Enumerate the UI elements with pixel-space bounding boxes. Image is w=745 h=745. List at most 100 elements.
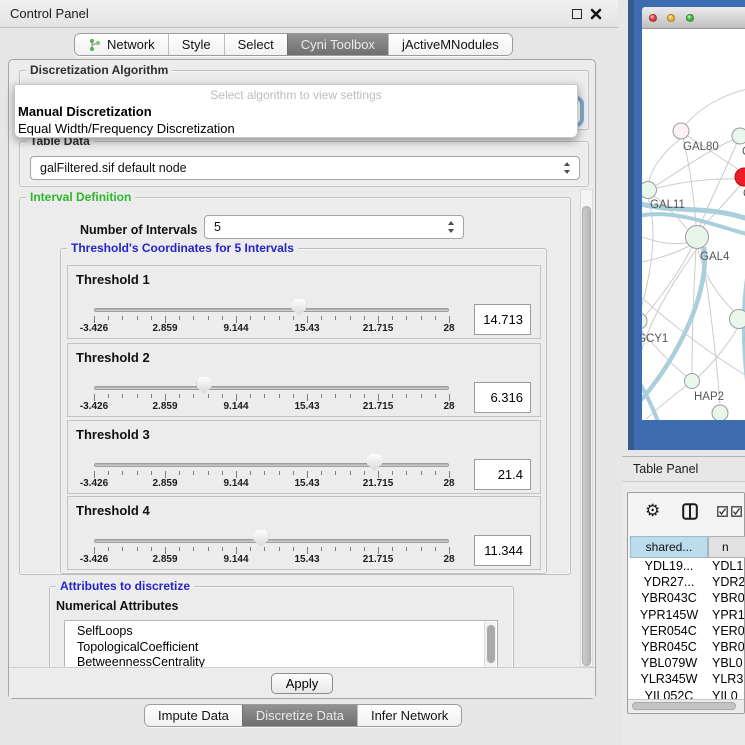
- tab-discretize-data[interactable]: Discretize Data: [242, 705, 357, 726]
- slider-major-tick: [94, 471, 95, 478]
- threshold-label: Threshold 4: [76, 503, 150, 518]
- slider-track[interactable]: [94, 463, 449, 467]
- table-row[interactable]: YBR043CYBR0: [628, 590, 744, 606]
- slider-track[interactable]: [94, 308, 449, 312]
- slider-minor-tick: [364, 471, 365, 475]
- network-node-gcy1[interactable]: [642, 313, 647, 329]
- network-view-window: GAL80GACGAL11GAL4GCY1HHAP2: [628, 0, 745, 450]
- attributes-list-scrollbar[interactable]: [484, 622, 496, 667]
- threshold-value-field[interactable]: 14.713: [474, 304, 531, 335]
- network-node-h[interactable]: [730, 310, 745, 329]
- tab-label: Cyni Toolbox: [301, 37, 375, 52]
- slider-thumb[interactable]: [291, 299, 306, 316]
- slider-major-tick: [165, 547, 166, 554]
- apply-row: Apply: [9, 667, 595, 698]
- slider-minor-tick: [279, 547, 280, 551]
- table-row[interactable]: YDR27...YDR2: [628, 574, 744, 590]
- slider-minor-tick: [108, 471, 109, 475]
- network-node-gal11[interactable]: [642, 182, 657, 199]
- network-node-c[interactable]: [735, 168, 745, 186]
- zoom-traffic-light-icon[interactable]: [686, 14, 694, 22]
- slider-thumb[interactable]: [197, 377, 212, 394]
- slider-minor-tick: [179, 471, 180, 475]
- slider-minor-tick: [435, 471, 436, 475]
- slider-minor-tick: [108, 394, 109, 398]
- slider-tick-label: 15.43: [285, 323, 329, 334]
- threshold-value-field[interactable]: 21.4: [474, 459, 531, 490]
- apply-button[interactable]: Apply: [271, 673, 333, 694]
- slider-minor-tick: [193, 394, 194, 398]
- slider-track[interactable]: [94, 539, 449, 543]
- cell-shared-name: YLR345W: [630, 671, 708, 687]
- table-row[interactable]: YPR145WYPR1: [628, 607, 744, 623]
- settings-vertical-scrollbar[interactable]: [580, 189, 593, 667]
- numerical-attributes-list[interactable]: SelfLoopsTopologicalCoefficientBetweenne…: [64, 620, 498, 667]
- control-panel-title: Control Panel: [10, 0, 89, 27]
- slider-minor-tick: [293, 394, 294, 398]
- tab-cyni-toolbox[interactable]: Cyni Toolbox: [287, 34, 388, 55]
- slider-major-tick: [236, 394, 237, 401]
- close-traffic-light-icon[interactable]: [649, 14, 657, 22]
- slider-minor-tick: [406, 547, 407, 551]
- slider-tick-label: 28: [427, 401, 471, 412]
- threshold-value-field[interactable]: 11.344: [474, 535, 531, 566]
- number-of-intervals-combobox[interactable]: 5: [204, 215, 464, 239]
- table-row[interactable]: YIL052CYIL0: [628, 688, 744, 700]
- table-row[interactable]: YBR045CYBR0: [628, 639, 744, 655]
- network-node-ga[interactable]: [732, 128, 745, 144]
- attribute-list-item[interactable]: SelfLoops: [65, 621, 497, 640]
- tab-select[interactable]: Select: [224, 34, 287, 55]
- checkbox-icon[interactable]: [731, 506, 742, 517]
- network-edges: [642, 88, 745, 420]
- attribute-list-item[interactable]: TopologicalCoefficient: [65, 640, 497, 656]
- table-row[interactable]: YDL19...YDL1: [628, 558, 744, 574]
- close-icon[interactable]: [590, 8, 602, 20]
- slider-tick-label: 21.715: [356, 554, 400, 565]
- network-node-gal80[interactable]: [673, 123, 689, 139]
- tab-jactivemnodules[interactable]: jActiveMNodules: [388, 34, 512, 55]
- slider-minor-tick: [179, 394, 180, 398]
- tab-network[interactable]: Network: [75, 34, 168, 55]
- threshold-label: Threshold 1: [76, 272, 150, 287]
- tab-label: Select: [238, 37, 274, 52]
- slider-thumb[interactable]: [253, 530, 268, 547]
- table-row[interactable]: YBL079WYBL0: [628, 655, 744, 671]
- column-header-shared-name[interactable]: shared...: [630, 536, 708, 558]
- cell-name: YDL1: [712, 558, 744, 574]
- slider-track[interactable]: [94, 386, 449, 390]
- slider-tick-label: 9.144: [214, 554, 258, 565]
- table-row[interactable]: YLR345WYLR3: [628, 671, 744, 687]
- slider-minor-tick: [122, 394, 123, 398]
- slider-minor-tick: [364, 547, 365, 551]
- slider-tick-label: -3.426: [72, 323, 116, 334]
- table-horizontal-scrollbar[interactable]: [628, 699, 744, 712]
- slider-minor-tick: [335, 547, 336, 551]
- split-columns-icon[interactable]: [682, 503, 698, 520]
- cell-shared-name: YBR045C: [630, 639, 708, 655]
- algorithm-option[interactable]: Equal Width/Frequency Discretization: [15, 120, 577, 137]
- gear-icon[interactable]: ⚙: [645, 501, 660, 521]
- slider-thumb[interactable]: [367, 454, 382, 471]
- table-data-combobox[interactable]: galFiltered.sif default node: [30, 156, 580, 180]
- slider-tick-label: 2.859: [143, 323, 187, 334]
- network-node-gal4[interactable]: [686, 226, 709, 249]
- attribute-list-item[interactable]: BetweennessCentrality: [65, 655, 497, 667]
- slider-major-tick: [449, 547, 450, 554]
- tab-style[interactable]: Style: [168, 34, 224, 55]
- minimize-traffic-light-icon[interactable]: [667, 14, 675, 22]
- tab-label: Discretize Data: [256, 708, 344, 723]
- network-canvas[interactable]: GAL80GACGAL11GAL4GCY1HHAP2: [642, 29, 745, 420]
- network-node[interactable]: [712, 405, 728, 420]
- slider-minor-tick: [208, 547, 209, 551]
- tab-infer-network[interactable]: Infer Network: [357, 705, 461, 726]
- checkbox-icon[interactable]: [717, 506, 728, 517]
- table-row[interactable]: YER054CYER0: [628, 623, 744, 639]
- tab-impute-data[interactable]: Impute Data: [145, 705, 242, 726]
- slider-minor-tick: [264, 471, 265, 475]
- column-header-name[interactable]: n: [708, 536, 745, 558]
- algorithm-option[interactable]: Manual Discretization: [15, 103, 577, 120]
- slider-minor-tick: [179, 316, 180, 320]
- float-window-icon[interactable]: [572, 9, 582, 19]
- network-node-hap2[interactable]: [685, 374, 700, 389]
- threshold-value-field[interactable]: 6.316: [474, 382, 531, 413]
